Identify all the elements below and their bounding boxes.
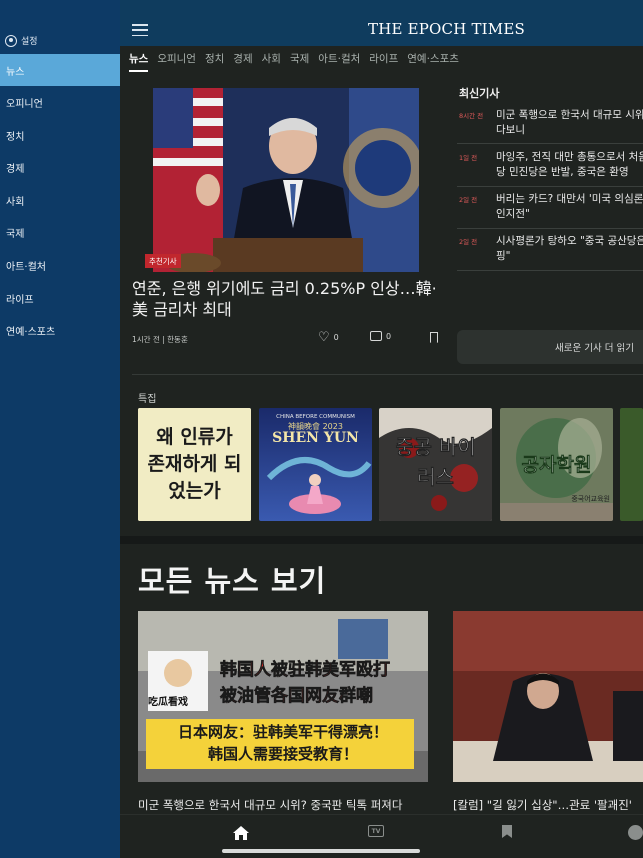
latest-time: 2일 전 xyxy=(459,196,478,204)
tab-arts[interactable]: 아트·컬처 xyxy=(318,46,360,70)
like-count: 0 xyxy=(333,333,339,342)
sidebar-item-entertainment[interactable]: 연예·스포츠 xyxy=(0,314,120,346)
tab-international[interactable]: 국제 xyxy=(290,46,309,70)
tab-politics[interactable]: 정치 xyxy=(205,46,224,70)
category-tabs: 뉴스 오피니언 정치 경제 사회 국제 아트·컬처 라이프 연예·스포츠 xyxy=(120,46,643,72)
overlay-line4: 韩国人需要接受教育！ xyxy=(207,745,358,763)
menu-icon[interactable] xyxy=(132,24,148,36)
hero-headline[interactable]: 연준, 은행 위기에도 금리 0.25%P 인상…韓·美 금리차 최대 xyxy=(132,278,450,320)
latest-time: 1일 전 xyxy=(459,154,478,162)
sidebar-item-news[interactable]: 뉴스 xyxy=(0,54,120,86)
feature-card-ccp-virus[interactable]: 중공 바이러스 xyxy=(379,408,492,521)
latest-text: 버리는 카드? 대만서 '미국 의심론 인지전" xyxy=(496,193,643,220)
latest-time: 8시간 전 xyxy=(459,112,484,120)
latest-time: 2일 전 xyxy=(459,238,478,246)
news-card-image[interactable]: 吃瓜看戏 韩国人被驻韩美军殴打 被油管各国网友群嘲 日本网友：驻韩美军干得漂亮！… xyxy=(138,611,428,782)
bookmark-icon xyxy=(502,825,512,838)
home-indicator xyxy=(222,849,420,853)
divider xyxy=(457,186,643,187)
site-logo[interactable]: THE EPOCH TIMES xyxy=(368,20,525,38)
tv-tab[interactable]: TV xyxy=(368,825,384,837)
profile-tab[interactable] xyxy=(628,825,643,840)
news-card-title[interactable]: 미군 폭행으로 한국서 대규모 시위? 중국판 틱톡 퍼져다 xyxy=(138,797,438,813)
news-card-image[interactable] xyxy=(453,611,643,782)
comment-count: 0 xyxy=(386,331,392,341)
bookmark-icon[interactable] xyxy=(430,332,438,343)
home-tab[interactable] xyxy=(232,825,250,845)
feature-card-text: 공자학원 xyxy=(521,454,592,477)
home-icon xyxy=(233,826,249,840)
divider xyxy=(457,270,643,271)
sidebar: 설정 뉴스 오피니언 정치 경제 사회 국제 아트·컬처 라이프 연예·스포츠 xyxy=(0,0,120,858)
heart-icon: ♡ xyxy=(318,330,330,345)
divider xyxy=(132,374,643,375)
sidebar-item-arts[interactable]: 아트·컬처 xyxy=(0,249,120,281)
divider xyxy=(457,143,643,144)
feature-card-humanity[interactable]: 왜 인류가 존재하게 되었는가 xyxy=(138,408,251,521)
divider xyxy=(457,228,643,229)
latest-text: 미군 폭행으로 한국서 대규모 시위 다보니 xyxy=(496,109,643,136)
read-more-button[interactable]: 새로운 기사 더 읽기 xyxy=(457,330,643,364)
section-divider xyxy=(120,536,643,544)
settings-button[interactable]: 설정 xyxy=(5,34,38,47)
shenyun-small-text: CHINA BEFORE COMMUNISM xyxy=(276,414,355,420)
sidebar-item-life[interactable]: 라이프 xyxy=(0,282,120,314)
tab-opinion[interactable]: 오피니언 xyxy=(157,46,196,70)
feature-card-partial[interactable] xyxy=(620,408,643,521)
sidebar-item-economy[interactable]: 경제 xyxy=(0,151,120,183)
tab-news[interactable]: 뉴스 xyxy=(129,46,149,72)
tv-icon: TV xyxy=(368,825,384,837)
overlay-line2: 被油管各国网友群嘲 xyxy=(220,686,374,707)
news-card-title[interactable]: [칼럼] "길 잃기 십상"…관료 '팔괘진' xyxy=(453,797,643,813)
overlay-line1: 韩国人被驻韩美军殴打 xyxy=(220,660,391,681)
comment-button[interactable]: 0 xyxy=(370,331,391,341)
feature-card-text: 왜 인류가 존재하게 되었는가 xyxy=(147,426,242,502)
sidebar-item-politics[interactable]: 정치 xyxy=(0,119,120,151)
sidebar-item-international[interactable]: 국제 xyxy=(0,216,120,248)
profile-icon xyxy=(628,825,643,840)
tv-label: TV xyxy=(371,827,381,835)
like-button[interactable]: ♡ 0 xyxy=(318,331,339,344)
settings-label: 설정 xyxy=(21,37,38,47)
features-label: 특집 xyxy=(138,394,157,405)
gear-icon xyxy=(5,34,17,47)
feature-card-text: 중공 바이러스 xyxy=(395,435,476,490)
tab-life[interactable]: 라이프 xyxy=(369,46,398,70)
feature-card-shenyun[interactable]: CHINA BEFORE COMMUNISM 神韻晚會 2023 SHEN YU… xyxy=(259,408,372,521)
tab-economy[interactable]: 경제 xyxy=(233,46,252,70)
tab-entertainment[interactable]: 연예·스포츠 xyxy=(407,46,459,70)
sidebar-item-opinion[interactable]: 오피니언 xyxy=(0,86,120,118)
latest-text: 마잉주, 전직 대만 총통으로서 처음 당 민진당은 반발, 중국은 환영 xyxy=(496,151,643,178)
tab-society[interactable]: 사회 xyxy=(262,46,281,70)
app-root: 설정 뉴스 오피니언 정치 경제 사회 국제 아트·컬처 라이프 연예·스포츠 … xyxy=(0,0,643,858)
latest-text: 시사평론가 탕하오 "중국 공산당은 핑" xyxy=(496,235,643,262)
feature-card-confucius[interactable]: 공자학원 중국어교육원 xyxy=(500,408,613,521)
top-header: THE EPOCH TIMES xyxy=(120,0,643,46)
feature-card-subtext: 중국어교육원 xyxy=(571,495,610,503)
bookmarks-tab[interactable] xyxy=(502,825,512,838)
latest-heading: 최신기사 xyxy=(459,87,500,100)
shenyun-title: SHEN YUN xyxy=(272,430,359,446)
all-news-title: 모든 뉴스 보기 xyxy=(138,564,327,598)
overlay-top-text: 吃瓜看戏 xyxy=(148,697,188,708)
hero-meta: 1시간 전 | 한동훈 xyxy=(132,335,188,344)
recommended-badge: 추천기사 xyxy=(145,254,181,268)
comment-icon xyxy=(370,331,382,341)
overlay-line3: 日本网友：驻韩美军干得漂亮！ xyxy=(177,723,388,741)
sidebar-item-society[interactable]: 사회 xyxy=(0,184,120,216)
hero-image[interactable] xyxy=(153,88,419,272)
